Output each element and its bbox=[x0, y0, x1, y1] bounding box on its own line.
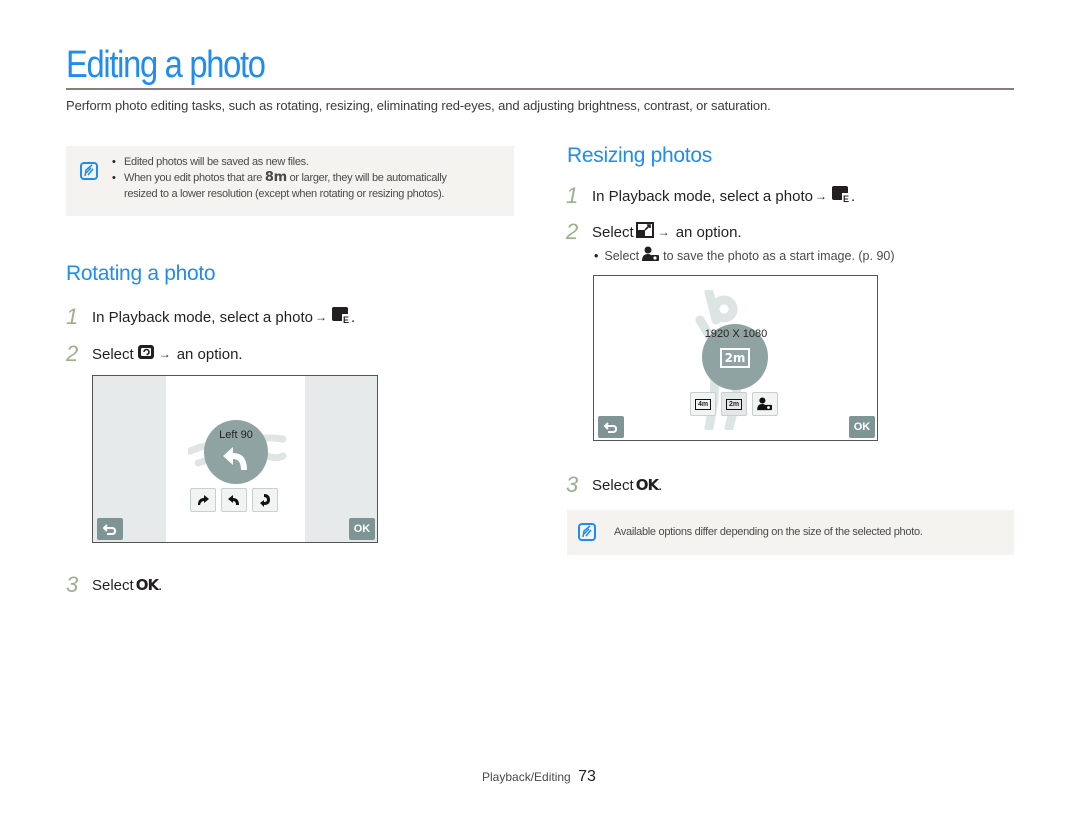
note-bullet-text: or larger, they will be automatically bbox=[289, 172, 447, 184]
section-title-rotating: Rotating a photo bbox=[66, 262, 216, 285]
note-bullet-text: When you edit photos that are bbox=[124, 172, 263, 184]
resize-step-1: 1 In Playback mode, select a photo → E . bbox=[566, 183, 855, 209]
step-number: 1 bbox=[566, 183, 579, 208]
rotate-label: Left 90 bbox=[219, 429, 253, 441]
arrow-icon: → bbox=[314, 310, 327, 324]
note-icon bbox=[80, 162, 98, 180]
period: . bbox=[658, 476, 663, 494]
resolution-label: 1920 X 1080 bbox=[704, 328, 768, 340]
rotate-screen: Left 90 OK bbox=[92, 375, 378, 543]
step-number: 2 bbox=[566, 219, 579, 244]
back-button[interactable] bbox=[97, 518, 123, 540]
size-2m-icon: 2m bbox=[725, 398, 743, 410]
section-title-resizing: Resizing photos bbox=[567, 144, 712, 167]
step-text: In Playback mode, select a photo bbox=[592, 187, 813, 205]
resize-bullet: • Select to save the photo as a start im… bbox=[594, 246, 895, 265]
note-text-bottom: Available options differ depending on th… bbox=[614, 526, 923, 538]
ok-button[interactable]: OK bbox=[849, 416, 875, 438]
rotate-180-option[interactable] bbox=[252, 488, 278, 512]
note-box-top: Edited photos will be saved as new files… bbox=[66, 146, 514, 216]
resize-screen: 1920 X 1080 2m 4m 2m OK bbox=[593, 275, 878, 441]
note-bullet-text: Edited photos will be saved as new files… bbox=[124, 156, 309, 168]
note-bullet: When you edit photos that are 8m or larg… bbox=[112, 170, 512, 202]
size-badge-text: 2m bbox=[724, 351, 746, 365]
step-number: 3 bbox=[566, 472, 579, 497]
step-text: an option. bbox=[675, 223, 742, 241]
size-2m-option[interactable]: 2m bbox=[721, 392, 747, 416]
back-button[interactable] bbox=[598, 416, 624, 438]
period: . bbox=[850, 187, 856, 205]
page-footer: Playback/Editing 73 bbox=[482, 768, 596, 786]
rotate-step-2: 2 Select → an option. bbox=[66, 341, 243, 367]
page-number: 73 bbox=[578, 768, 596, 785]
resolution-8m-icon: 8m bbox=[264, 170, 287, 186]
intro-text: Perform photo editing tasks, such as rot… bbox=[66, 98, 771, 113]
period: . bbox=[158, 576, 163, 594]
step-text: Select bbox=[92, 345, 134, 363]
rotate-step-1: 1 In Playback mode, select a photo → E . bbox=[66, 304, 355, 330]
rotate-step-3: 3 Select OK . bbox=[66, 572, 162, 598]
arrow-icon: → bbox=[158, 347, 171, 361]
step-number: 2 bbox=[66, 341, 79, 366]
note-bullet-text: resized to a lower resolution (except wh… bbox=[124, 188, 445, 201]
note-box-bottom: Available options differ depending on th… bbox=[567, 510, 1014, 555]
rotate-right-option[interactable] bbox=[190, 488, 216, 512]
step-number: 1 bbox=[66, 304, 79, 329]
arrow-icon: → bbox=[814, 189, 827, 203]
rotate-left-option[interactable] bbox=[221, 488, 247, 512]
footer-section: Playback/Editing bbox=[482, 770, 571, 784]
period: . bbox=[350, 308, 356, 326]
back-icon bbox=[103, 524, 117, 535]
note-bullet: Edited photos will be saved as new files… bbox=[112, 154, 512, 170]
resize-step-3: 3 Select OK . bbox=[566, 472, 662, 498]
back-icon bbox=[604, 422, 618, 433]
bullet-dot: • bbox=[594, 248, 599, 263]
ok-icon: OK bbox=[635, 476, 659, 494]
edit-menu-icon: E bbox=[331, 306, 351, 328]
size-badge: 2m bbox=[720, 348, 750, 368]
bullet-text: Select bbox=[604, 248, 640, 263]
step-text: Select bbox=[92, 576, 134, 594]
size-4m-option[interactable]: 4m bbox=[690, 392, 716, 416]
resize-menu-icon bbox=[635, 222, 654, 242]
step-text: Select bbox=[592, 223, 634, 241]
start-image-icon bbox=[757, 397, 772, 411]
ok-button[interactable]: OK bbox=[349, 518, 375, 540]
bullet-text: to save the photo as a start image. (p. … bbox=[663, 248, 895, 263]
ok-icon: OK bbox=[135, 576, 159, 594]
step-text: In Playback mode, select a photo bbox=[92, 308, 313, 326]
resize-step-2: 2 Select → an option. bbox=[566, 219, 742, 245]
step-number: 3 bbox=[66, 572, 79, 597]
size-4m-icon: 4m bbox=[694, 398, 712, 410]
title-divider bbox=[66, 88, 1014, 90]
svg-text:E: E bbox=[343, 315, 349, 324]
edit-menu-icon: E bbox=[831, 185, 851, 207]
rotate-menu-icon bbox=[137, 343, 155, 365]
step-text: an option. bbox=[176, 345, 243, 363]
start-image-option[interactable] bbox=[752, 392, 778, 416]
page-title: Editing a photo bbox=[66, 44, 266, 86]
start-image-icon bbox=[642, 246, 660, 265]
note-icon bbox=[578, 523, 596, 541]
step-text: Select bbox=[592, 476, 634, 494]
note-text-top: Edited photos will be saved as new files… bbox=[112, 154, 512, 202]
arrow-icon: → bbox=[657, 225, 670, 239]
rotate-left-large-icon bbox=[223, 447, 247, 470]
svg-text:E: E bbox=[843, 194, 849, 203]
